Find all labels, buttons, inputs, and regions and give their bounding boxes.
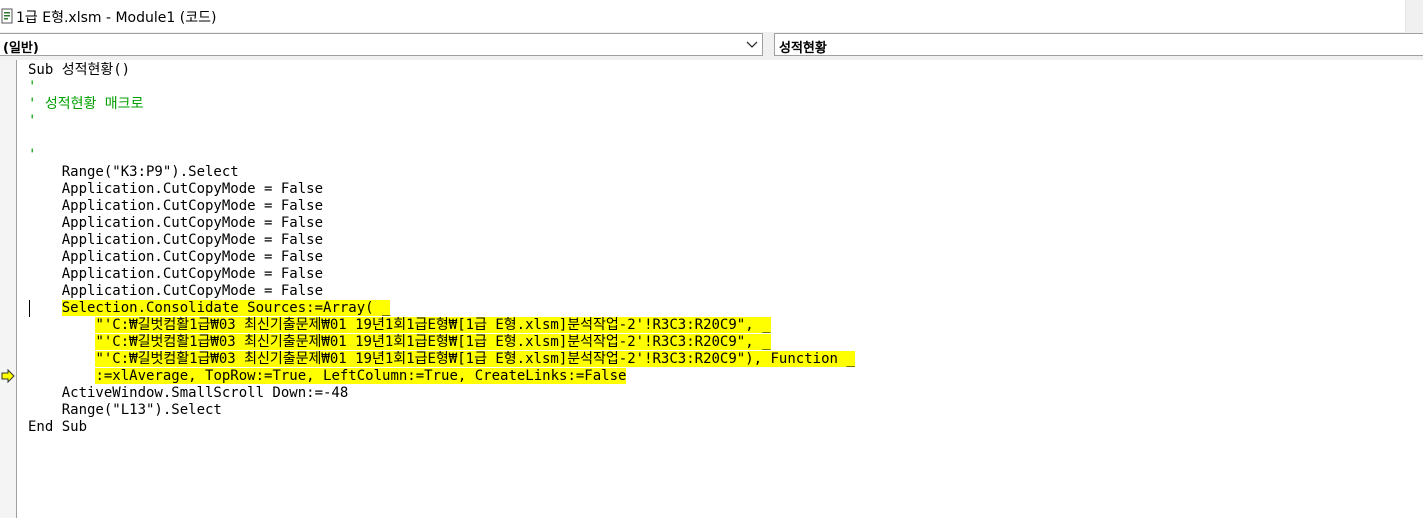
code-comment: ' [28,113,37,129]
code-line[interactable]: ' [28,147,1418,164]
code-text: Application.CutCopyMode = False [28,232,324,248]
code-line[interactable]: ' 성적현황 매크로 [28,96,1418,113]
code-text: Application.CutCopyMode = False [28,198,324,214]
code-line[interactable]: "'C:₩길벗컴활1급₩03 최신기출문제₩01 19년1회1급E형₩[1급 E… [28,317,1418,334]
code-comment: ' [28,79,37,95]
code-line[interactable]: Selection.Consolidate Sources:=Array( _ [28,300,1418,317]
code-text: Application.CutCopyMode = False [28,215,324,231]
window-title: 1급 E형.xlsm - Module1 (코드) [16,10,217,26]
object-dropdown[interactable]: (일반) [0,33,763,56]
code-text: Range("K3:P9").Select [28,164,239,180]
code-window[interactable]: Sub 성적현황() ' ' 성적현황 매크로 ' ' Range("K3:P9").S… [28,62,1418,436]
code-line[interactable]: Range("K3:P9").Select [28,164,1418,181]
vertical-scrollbar-top[interactable] [1405,0,1423,32]
code-line[interactable]: Sub 성적현황() [28,62,1418,79]
code-line[interactable]: ' [28,79,1418,96]
title-bar: 1급 E형.xlsm - Module1 (코드) [0,0,1423,32]
code-line[interactable]: End Sub [28,419,1418,436]
procedure-bar: (일반) 성적현황 [0,32,1423,60]
vba-module-icon [1,8,13,24]
code-line[interactable]: "'C:₩길벗컴활1급₩03 최신기출문제₩01 19년1회1급E형₩[1급 E… [28,334,1418,351]
chevron-down-icon[interactable] [745,39,759,51]
code-text: ActiveWindow.SmallScroll Down:=-48 [28,385,349,401]
code-line[interactable]: Application.CutCopyMode = False [28,181,1418,198]
highlighted-statement[interactable]: "'C:₩길벗컴활1급₩03 최신기출문제₩01 19년1회1급E형₩[1급 E… [95,334,771,350]
highlighted-statement[interactable]: "'C:₩길벗컴활1급₩03 최신기출문제₩01 19년1회1급E형₩[1급 E… [95,351,855,367]
code-comment: ' [28,147,37,163]
code-line[interactable]: Application.CutCopyMode = False [28,249,1418,266]
code-text: Application.CutCopyMode = False [28,283,324,299]
code-line[interactable]: "'C:₩길벗컴활1급₩03 최신기출문제₩01 19년1회1급E형₩[1급 E… [28,351,1418,368]
code-line[interactable]: :=xlAverage, TopRow:=True, LeftColumn:=T… [28,368,1418,385]
code-line[interactable]: Range("L13").Select [28,402,1418,419]
highlighted-statement[interactable]: "'C:₩길벗컴활1급₩03 최신기출문제₩01 19년1회1급E형₩[1급 E… [95,317,771,333]
code-line[interactable] [28,130,1418,147]
highlighted-statement[interactable]: :=xlAverage, TopRow:=True, LeftColumn:=T… [95,368,627,384]
code-line[interactable]: Application.CutCopyMode = False [28,266,1418,283]
margin-indicator-bar[interactable] [0,60,17,518]
code-text: End Sub [28,419,88,435]
highlighted-statement[interactable]: Selection.Consolidate Sources:=Array( _ [61,300,391,316]
code-line[interactable]: Application.CutCopyMode = False [28,232,1418,249]
code-text: Application.CutCopyMode = False [28,181,324,197]
code-line[interactable]: Application.CutCopyMode = False [28,198,1418,215]
code-comment: ' 성적현황 매크로 [28,96,144,112]
code-editor[interactable]: Sub 성적현황() ' ' 성적현황 매크로 ' ' Range("K3:P9").S… [0,60,1423,518]
code-line[interactable]: Application.CutCopyMode = False [28,283,1418,300]
code-text: Application.CutCopyMode = False [28,249,324,265]
code-line[interactable]: ' [28,113,1418,130]
code-text: Application.CutCopyMode = False [28,266,324,282]
procedure-dropdown-value: 성적현황 [779,41,827,56]
code-text: Range("L13").Select [28,402,222,418]
procedure-dropdown[interactable]: 성적현황 [774,33,1423,56]
object-dropdown-value: (일반) [3,41,39,56]
code-text: Sub 성적현황() [28,62,131,78]
execution-point-arrow-icon [1,368,15,384]
code-line[interactable]: Application.CutCopyMode = False [28,215,1418,232]
code-line[interactable]: ActiveWindow.SmallScroll Down:=-48 [28,385,1418,402]
